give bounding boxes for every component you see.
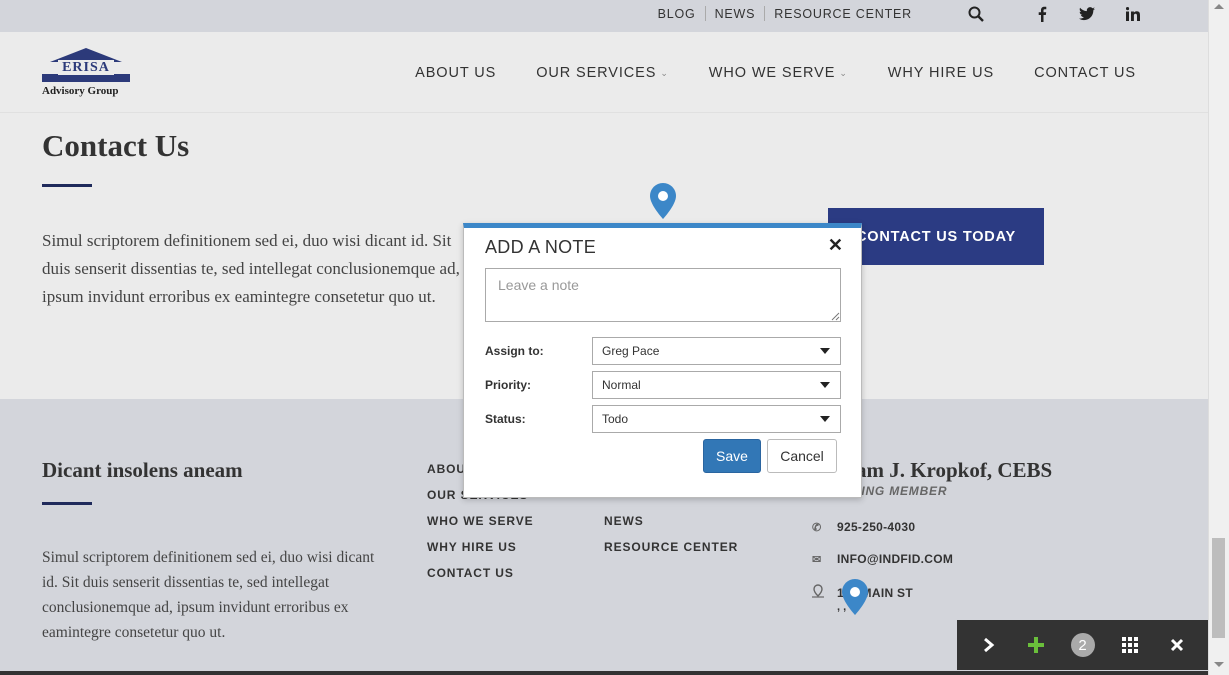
erisa-logo[interactable]: ERISA Advisory Group	[42, 48, 132, 100]
footer-link-contact-us[interactable]: CONTACT US	[427, 566, 514, 580]
scroll-up-arrow-icon[interactable]	[1214, 4, 1224, 9]
dropdown-arrow-icon	[820, 416, 830, 422]
intro-paragraph: Simul scriptorem definitionem sed ei, du…	[42, 231, 460, 306]
location-pin-icon[interactable]	[650, 183, 676, 224]
note-textarea[interactable]	[485, 268, 841, 322]
bottom-edge-bar	[0, 671, 1208, 675]
scroll-down-arrow-icon[interactable]	[1214, 662, 1224, 667]
phone-row: ✆ 925-250-4030	[812, 520, 915, 534]
chevron-down-icon: ⌄	[660, 67, 669, 78]
priority-value: Normal	[602, 378, 641, 392]
cancel-button[interactable]: Cancel	[767, 439, 837, 473]
nav-why-hire-us[interactable]: WHY HIRE US	[888, 65, 994, 81]
news-link[interactable]: NEWS	[706, 7, 765, 21]
logo-wordmark: ERISA	[42, 60, 130, 82]
search-icon[interactable]	[966, 4, 986, 24]
footer-link-resource-center[interactable]: RESOURCE CENTER	[604, 540, 738, 554]
twitter-icon[interactable]	[1077, 4, 1097, 24]
footer-link-news[interactable]: NEWS	[604, 514, 644, 528]
status-value: Todo	[602, 412, 629, 426]
notes-count-button[interactable]: 2	[1068, 630, 1098, 660]
chevron-right-icon[interactable]	[974, 630, 1004, 660]
location-icon	[812, 584, 837, 601]
dialog-title: ADD A NOTE	[485, 237, 597, 257]
scrollbar-thumb[interactable]	[1212, 538, 1225, 638]
resource-center-link[interactable]: RESOURCE CENTER	[765, 7, 921, 21]
vertical-scrollbar[interactable]	[1208, 0, 1229, 675]
nav-our-services[interactable]: OUR SERVICES ⌄	[536, 65, 669, 81]
status-select[interactable]: Todo	[592, 405, 841, 433]
footer-col1-underline	[42, 502, 92, 505]
save-button[interactable]: Save	[703, 439, 761, 473]
close-icon[interactable]	[1162, 630, 1192, 660]
footer-link-why-hire-us[interactable]: WHY HIRE US	[427, 540, 517, 554]
email-row: ✉ INFO@INDFID.COM	[812, 552, 953, 566]
location-pin-icon[interactable]	[842, 579, 868, 620]
dropdown-arrow-icon	[820, 348, 830, 354]
utility-links: BLOG NEWS RESOURCE CENTER	[649, 6, 921, 21]
page-title: Contact Us	[42, 128, 190, 163]
nav-contact-us[interactable]: CONTACT US	[1034, 65, 1136, 81]
page: BLOG NEWS RESOURCE CENTER ERISA Advisory…	[0, 0, 1208, 675]
resize-handle-icon[interactable]	[830, 311, 840, 321]
phone-icon: ✆	[812, 521, 822, 534]
logo-subtitle: Advisory Group	[42, 85, 119, 97]
add-note-dialog: ADD A NOTE ✕ Assign to: Greg Pace Priori…	[463, 223, 862, 498]
title-underline	[42, 184, 92, 187]
grid-icon[interactable]	[1115, 630, 1145, 660]
floating-toolbar: 2	[957, 620, 1208, 670]
count-badge: 2	[1070, 633, 1095, 657]
assign-to-select[interactable]: Greg Pace	[592, 337, 841, 365]
site-header: ERISA Advisory Group ABOUT US OUR SERVIC…	[0, 32, 1208, 113]
top-utility-bar: BLOG NEWS RESOURCE CENTER	[0, 0, 1208, 32]
footer-col1-title: Dicant insolens aneam	[42, 458, 243, 482]
email-address[interactable]: INFO@INDFID.COM	[837, 552, 953, 566]
plus-icon[interactable]	[1021, 630, 1051, 660]
priority-label: Priority:	[485, 378, 532, 392]
close-icon[interactable]: ✕	[828, 235, 843, 256]
phone-number[interactable]: 925-250-4030	[837, 520, 915, 534]
blog-link[interactable]: BLOG	[649, 7, 705, 21]
assign-to-value: Greg Pace	[602, 344, 660, 358]
facebook-icon[interactable]	[1032, 4, 1052, 24]
dropdown-arrow-icon	[820, 382, 830, 388]
mail-icon: ✉	[812, 553, 822, 566]
footer-link-who-we-serve[interactable]: WHO WE SERVE	[427, 514, 534, 528]
status-label: Status:	[485, 412, 526, 426]
assign-to-label: Assign to:	[485, 344, 544, 358]
main-nav: ABOUT US OUR SERVICES ⌄ WHO WE SERVE ⌄ WHY…	[375, 65, 1136, 81]
chevron-down-icon: ⌄	[839, 67, 848, 78]
linkedin-icon[interactable]	[1123, 4, 1143, 24]
priority-select[interactable]: Normal	[592, 371, 841, 399]
nav-who-we-serve[interactable]: WHO WE SERVE ⌄	[709, 65, 848, 81]
nav-about-us[interactable]: ABOUT US	[415, 65, 496, 81]
footer-col1-text: Simul scriptorem definitionem sed ei, du…	[42, 549, 375, 641]
